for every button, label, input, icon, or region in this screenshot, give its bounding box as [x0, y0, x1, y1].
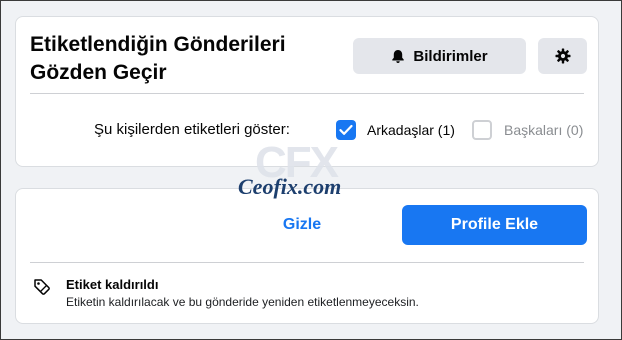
settings-button[interactable]	[538, 38, 587, 74]
bell-icon	[392, 49, 405, 63]
add-to-profile-button[interactable]: Profile Ekle	[402, 205, 587, 245]
notifications-button[interactable]: Bildirimler	[353, 38, 526, 74]
others-option-label[interactable]: Başkaları (0)	[504, 122, 583, 138]
hide-button[interactable]: Gizle	[262, 205, 342, 245]
gear-icon	[555, 48, 570, 64]
checkmark-icon	[339, 124, 353, 135]
watermark-text: Ceofix.com	[238, 174, 342, 199]
tag-icon	[34, 279, 50, 295]
others-checkbox[interactable]	[472, 120, 492, 140]
notice-title: Etiket kaldırıldı	[66, 277, 159, 292]
divider	[30, 93, 584, 94]
watermark-logo: CFX	[255, 138, 339, 187]
notice-text: Etiketin kaldırılacak ve bu gönderide ye…	[66, 295, 419, 309]
filter-label: Şu kişilerden etiketleri göster:	[94, 121, 290, 138]
friends-option-label[interactable]: Arkadaşlar (1)	[367, 122, 455, 138]
friends-checkbox[interactable]	[336, 120, 356, 140]
page-title: Etiketlendiğin Gönderileri Gözden Geçir	[30, 33, 286, 84]
tag-action-card: Gizle Profile Ekle Etiket kaldırıldı Eti…	[15, 188, 599, 324]
notifications-label: Bildirimler	[413, 47, 488, 65]
divider	[30, 262, 584, 263]
